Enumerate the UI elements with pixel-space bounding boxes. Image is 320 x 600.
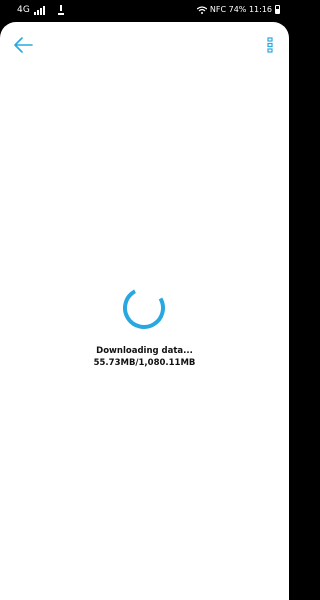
battery-icon [275,5,280,14]
status-bar: 4G NFC 74% 11:16 [0,0,289,22]
download-message: Downloading data... [96,346,193,356]
network-type: 4G [17,5,31,15]
back-button[interactable] [12,34,34,56]
download-progress: 55.73MB/1,080.11MB [93,358,196,368]
status-right-text: NFC 74% 11:16 [209,5,272,14]
app-screen: Downloading data... 55.73MB/1,080.11MB [0,22,289,600]
signal-icon [34,5,46,15]
more-vertical-icon [267,37,273,53]
download-status: Downloading data... 55.73MB/1,080.11MB [0,345,289,369]
download-icon [58,5,65,15]
status-right: NFC 74% 11:16 [196,5,280,14]
spinner-icon [123,287,165,329]
wifi-icon [196,5,207,14]
loading-spinner [121,285,167,331]
status-left: 4G [17,5,65,15]
arrow-left-icon [14,37,33,53]
more-button[interactable] [265,36,275,54]
